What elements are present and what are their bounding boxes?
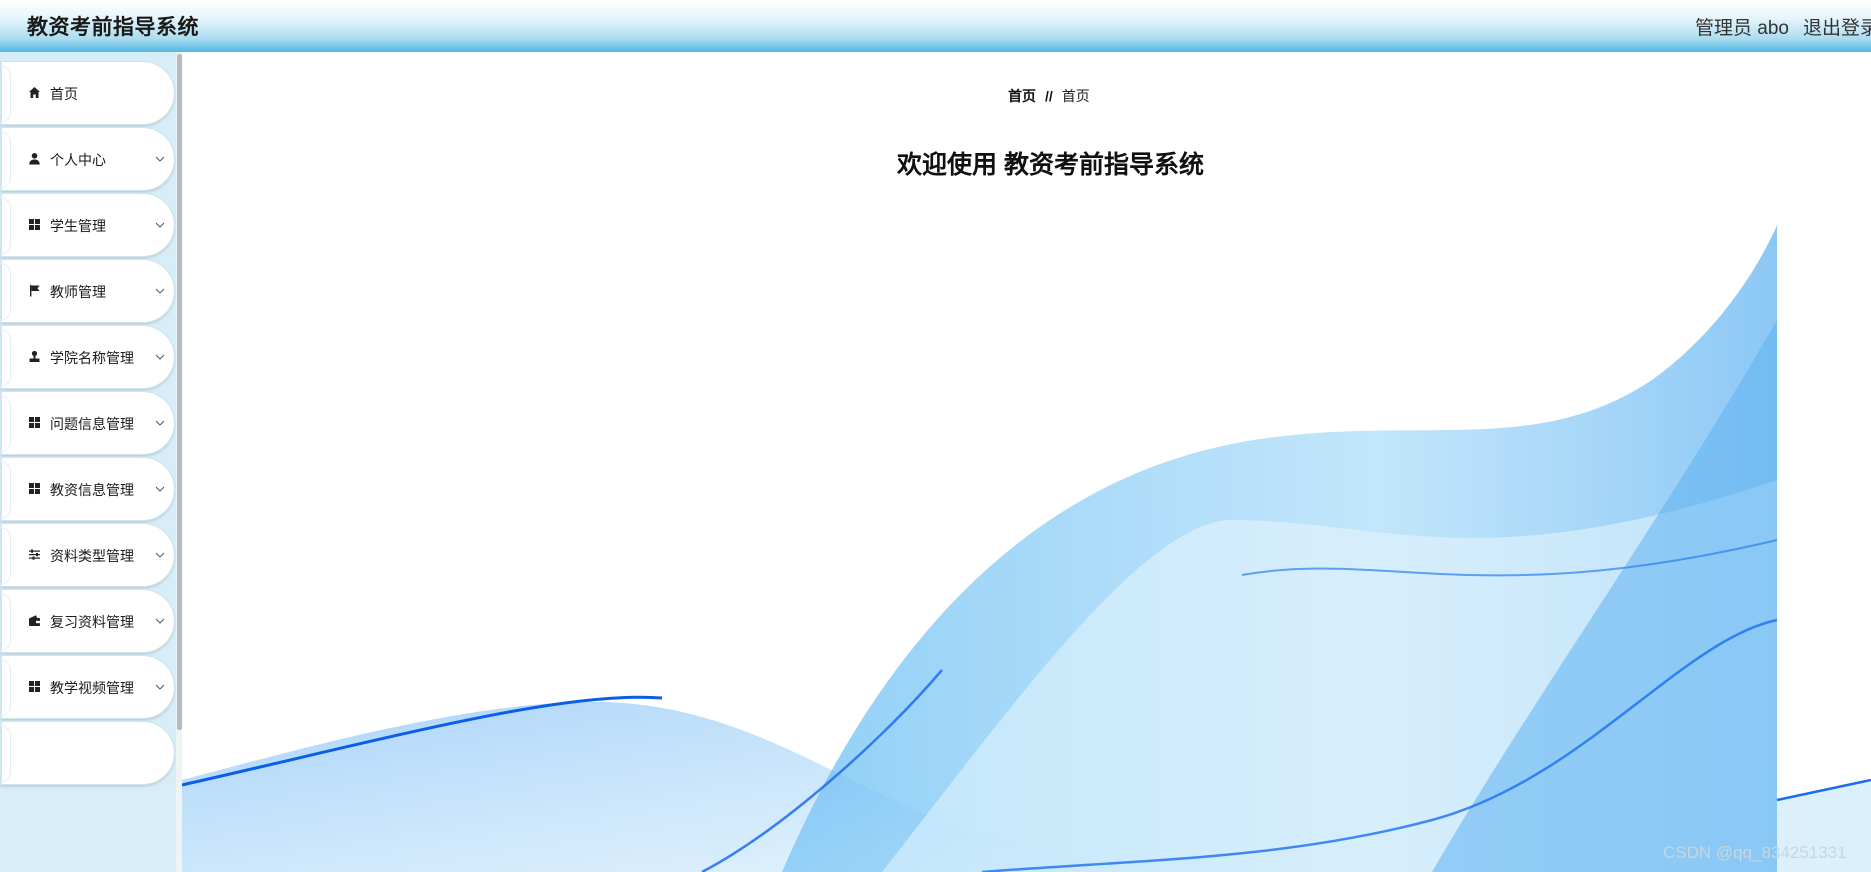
- sidebar: 首页 个人中心 学生管理 教师管理 学院名称管理 问题信息管理 教资信息管理 资…: [0, 52, 182, 872]
- chevron-down-icon: [154, 548, 166, 560]
- sidebar-item-home[interactable]: 首页: [0, 62, 174, 124]
- stamp-icon: [27, 349, 41, 363]
- sidebar-item-review-material-management[interactable]: 复习资料管理: [0, 590, 174, 652]
- app-title: 教资考前指导系统: [27, 16, 199, 39]
- breadcrumb-current: 首页: [1061, 88, 1090, 104]
- chevron-down-icon: [154, 416, 166, 428]
- grid-icon: [27, 679, 41, 693]
- sidebar-item-label: 个人中心: [50, 152, 106, 168]
- sidebar-item-label: 学生管理: [50, 218, 106, 234]
- logout-link[interactable]: 退出登录: [1803, 13, 1871, 40]
- chevron-down-icon: [154, 614, 166, 626]
- chevron-down-icon: [154, 218, 166, 230]
- wave-background-image: [182, 225, 1871, 872]
- sidebar-item-material-type-management[interactable]: 资料类型管理: [0, 524, 174, 586]
- sidebar-item-college-management[interactable]: 学院名称管理: [0, 326, 174, 388]
- chevron-down-icon: [154, 152, 166, 164]
- user-icon: [27, 151, 41, 165]
- breadcrumb-separator: //: [1045, 88, 1053, 104]
- sidebar-item-label: 教资信息管理: [50, 482, 134, 498]
- chevron-down-icon: [154, 680, 166, 692]
- sidebar-item-teacher-management[interactable]: 教师管理: [0, 260, 174, 322]
- sidebar-item-video-management[interactable]: 教学视频管理: [0, 656, 174, 718]
- wave-group: [182, 225, 1871, 872]
- sliders-icon: [27, 547, 41, 561]
- welcome-heading: 欢迎使用 教资考前指导系统: [897, 151, 1204, 179]
- sidebar-item-label: 教师管理: [50, 284, 106, 300]
- sidebar-item-label: 首页: [50, 86, 78, 102]
- wallet-icon: [27, 613, 41, 627]
- chevron-down-icon: [154, 284, 166, 296]
- breadcrumb: 首页 // 首页: [1008, 86, 1090, 106]
- chevron-down-icon: [154, 350, 166, 362]
- sidebar-item-personal-center[interactable]: 个人中心: [0, 128, 174, 190]
- sidebar-item-student-management[interactable]: 学生管理: [0, 194, 174, 256]
- top-header: 教资考前指导系统 管理员 abo 退出登录: [0, 0, 1871, 52]
- sidebar-item-label: 学院名称管理: [50, 350, 134, 366]
- sidebar-item-question-management[interactable]: 问题信息管理: [0, 392, 174, 454]
- current-user-label: 管理员 abo: [1695, 18, 1789, 39]
- sidebar-item-label: 资料类型管理: [50, 548, 134, 564]
- sidebar-item-label: 教学视频管理: [50, 680, 134, 696]
- grid-icon: [27, 217, 41, 231]
- chevron-down-icon: [154, 482, 166, 494]
- sidebar-item-label: 复习资料管理: [50, 614, 134, 630]
- flag-icon: [27, 283, 41, 297]
- home-icon: [27, 85, 41, 99]
- sidebar-item-label: 问题信息管理: [50, 416, 134, 432]
- sidebar-item-certification-management[interactable]: 教资信息管理: [0, 458, 174, 520]
- breadcrumb-home-link[interactable]: 首页: [1008, 88, 1036, 104]
- sidebar-item-partial[interactable]: [0, 722, 174, 784]
- grid-icon: [27, 415, 41, 429]
- watermark-text: CSDN @qq_834251331: [1663, 843, 1847, 862]
- app-root: 教资考前指导系统 管理员 abo 退出登录 首页 个人中心 学生管理 教师管理 …: [0, 0, 1871, 872]
- grid-icon: [27, 481, 41, 495]
